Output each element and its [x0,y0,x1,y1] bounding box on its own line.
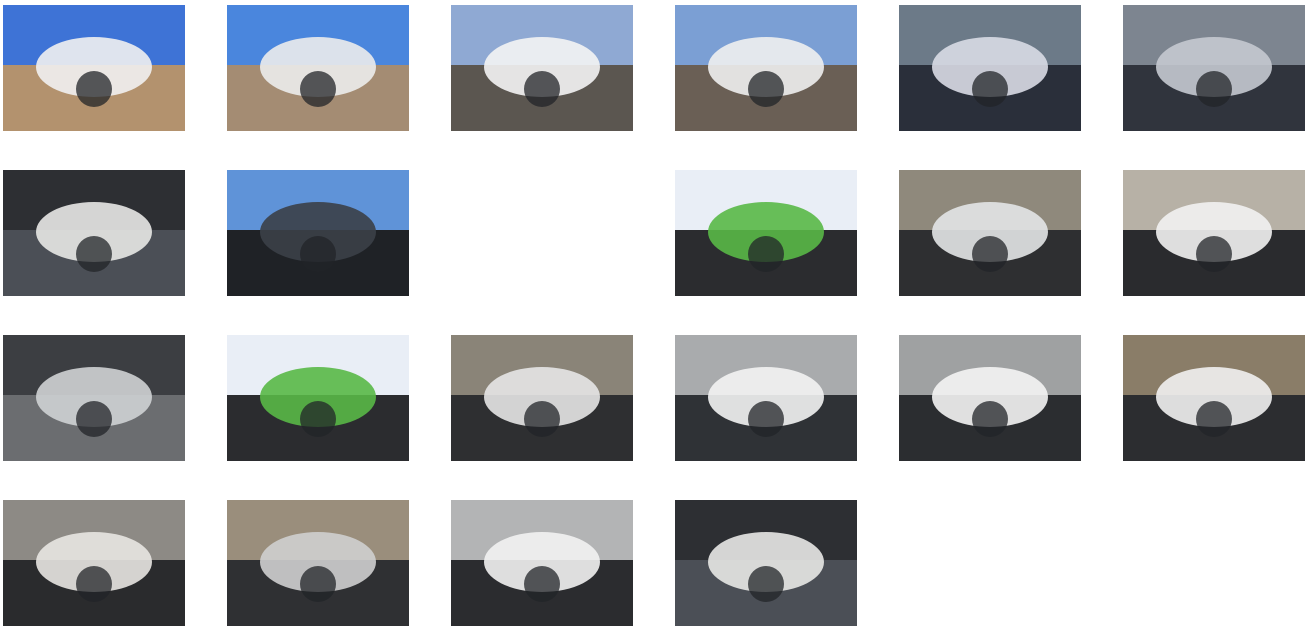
photo-thumbnail-engine-bay[interactable] [3,500,185,626]
photo-image [3,5,185,131]
photo-image [675,5,857,131]
photo-thumbnail-spare-wheel-trunk[interactable] [675,170,857,296]
photo-image [899,5,1081,131]
photo-image [899,335,1081,461]
photo-image [675,500,857,626]
photo-image [1123,335,1305,461]
photo-thumbnail-damaged-rocker-panel[interactable] [451,500,633,626]
photo-image [227,500,409,626]
photo-thumbnail-spare-wheel-trunk-2[interactable] [227,335,409,461]
photo-thumbnail-exterior-front-parking-lot[interactable] [3,5,185,131]
photo-image [227,335,409,461]
photo-thumbnail-front-wheel-arch[interactable] [451,335,633,461]
photo-thumbnail-rear-cargo-seats[interactable] [3,335,185,461]
photo-image [1123,5,1305,131]
photo-thumbnail-damaged-front-bumper[interactable] [227,500,409,626]
photo-image [899,170,1081,296]
photo-thumbnail-center-screen-dashboard[interactable] [227,170,409,296]
photo-thumbnail-exterior-rear[interactable] [451,5,633,131]
photo-image [3,500,185,626]
photo-image [1123,170,1305,296]
photo-gallery-grid [3,5,1307,627]
photo-image [451,5,633,131]
photo-thumbnail-instrument-cluster[interactable] [899,5,1081,131]
photo-image [451,335,633,461]
photo-image [227,5,409,131]
photo-thumbnail-rear-wheel-side[interactable] [1123,170,1305,296]
photo-thumbnail-seat-with-manual-2[interactable] [675,500,857,626]
photo-thumbnail-damaged-door-gap[interactable] [899,335,1081,461]
photo-thumbnail-exterior-front-row-of-cars[interactable] [227,5,409,131]
photo-thumbnail-wheel-with-weeds[interactable] [1123,335,1305,461]
photo-image [451,500,633,626]
photo-image [227,170,409,296]
photo-image [3,170,185,296]
photo-thumbnail-dashboard-cluster-side[interactable] [1123,5,1305,131]
photo-thumbnail-exterior-rear-angle[interactable] [675,5,857,131]
photo-thumbnail-seat-with-manual[interactable] [3,170,185,296]
photo-image [675,170,857,296]
photo-image [3,335,185,461]
photo-thumbnail-front-left-wheel[interactable] [899,170,1081,296]
photo-image [675,335,857,461]
photo-thumbnail-damaged-side-door[interactable] [675,335,857,461]
